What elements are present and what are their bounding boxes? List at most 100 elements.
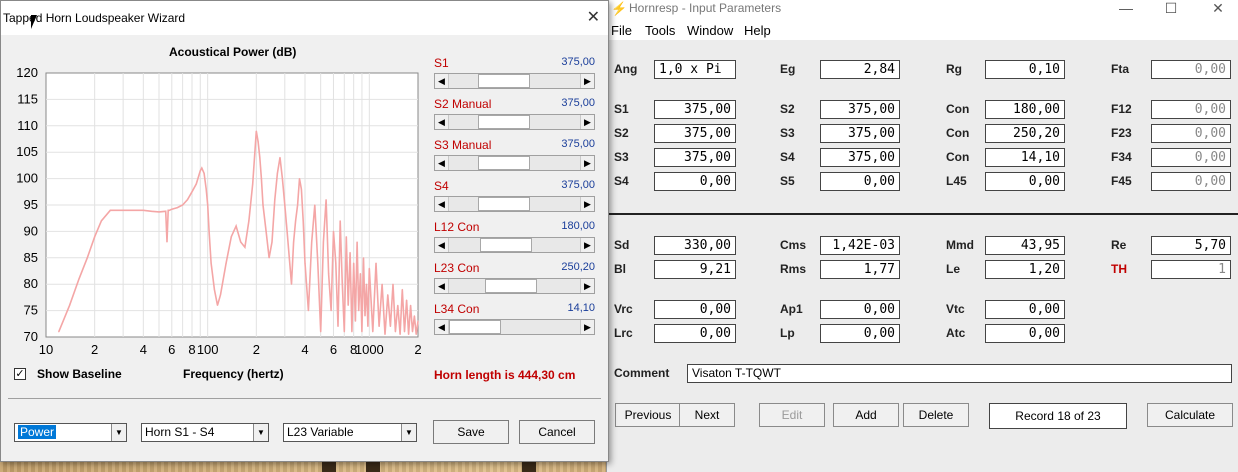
data-point <box>86 257 88 259</box>
slider-scrollbar[interactable]: ◀ ▶ <box>434 73 595 89</box>
wizard-title-bar[interactable]: Tapped Horn Loudspeaker Wizard ✕ <box>1 1 608 35</box>
data-point <box>210 262 212 264</box>
show-baseline-checkbox[interactable]: ✓ <box>14 368 26 380</box>
slider-scrollbar[interactable]: ◀ ▶ <box>434 237 595 253</box>
slider-scrollbar[interactable]: ◀ ▶ <box>434 196 595 212</box>
field-f12[interactable]: 0,00 <box>1151 100 1231 119</box>
field-s2-row2[interactable]: 375,00 <box>654 124 736 143</box>
field-s3-row3[interactable]: 375,00 <box>654 148 736 167</box>
field-l45[interactable]: 0,00 <box>985 172 1065 191</box>
wizard-close-icon[interactable]: ✕ <box>587 7 600 27</box>
arrow-right-icon[interactable]: ▶ <box>580 238 594 252</box>
field-lp[interactable]: 0,00 <box>820 324 900 343</box>
arrow-left-icon[interactable]: ◀ <box>435 279 449 293</box>
plot-type-combo[interactable]: Power ▼ <box>14 423 127 442</box>
data-point <box>191 191 193 193</box>
slider-thumb[interactable] <box>449 320 501 334</box>
minimize-icon[interactable]: — <box>1111 0 1141 16</box>
horn-section-combo[interactable]: Horn S1 - S4 ▼ <box>141 423 269 442</box>
field-le[interactable]: 1,20 <box>985 260 1065 279</box>
menu-tools[interactable]: Tools <box>645 23 675 38</box>
arrow-left-icon[interactable]: ◀ <box>435 74 449 88</box>
previous-button[interactable]: Previous <box>615 403 681 427</box>
arrow-right-icon[interactable]: ▶ <box>580 320 594 334</box>
data-point <box>356 241 358 243</box>
field-rg[interactable]: 0,10 <box>985 60 1065 79</box>
field-s2[interactable]: 375,00 <box>820 100 900 119</box>
chevron-down-icon[interactable]: ▼ <box>111 424 126 441</box>
field-s3[interactable]: 375,00 <box>820 124 900 143</box>
arrow-left-icon[interactable]: ◀ <box>435 156 449 170</box>
slider-thumb[interactable] <box>478 115 531 129</box>
field-con-3[interactable]: 14,10 <box>985 148 1065 167</box>
arrow-left-icon[interactable]: ◀ <box>435 238 449 252</box>
slider-scrollbar[interactable]: ◀ ▶ <box>434 278 595 294</box>
field-s1[interactable]: 375,00 <box>654 100 736 119</box>
field-con-1[interactable]: 180,00 <box>985 100 1065 119</box>
field-eg[interactable]: 2,84 <box>820 60 900 79</box>
slider-thumb[interactable] <box>485 279 538 293</box>
delete-button[interactable]: Delete <box>903 403 969 427</box>
field-f34[interactable]: 0,00 <box>1151 148 1231 167</box>
field-cms[interactable]: 1,42E-03 <box>820 236 900 255</box>
menu-help[interactable]: Help <box>744 23 771 38</box>
label-atc: Atc <box>946 326 966 340</box>
close-icon[interactable]: ✕ <box>1203 0 1233 17</box>
arrow-right-icon[interactable]: ▶ <box>580 156 594 170</box>
data-point <box>203 172 205 174</box>
arrow-left-icon[interactable]: ◀ <box>435 115 449 129</box>
slider-scrollbar[interactable]: ◀ ▶ <box>434 319 595 335</box>
save-button[interactable]: Save <box>433 420 509 444</box>
cancel-button[interactable]: Cancel <box>519 420 595 444</box>
field-ang[interactable]: 1,0 x Pi <box>654 60 736 79</box>
field-con-2[interactable]: 250,20 <box>985 124 1065 143</box>
slider-thumb[interactable] <box>478 74 531 88</box>
field-bl[interactable]: 9,21 <box>654 260 736 279</box>
data-point <box>290 283 293 285</box>
variable-combo[interactable]: L23 Variable ▼ <box>283 423 417 442</box>
field-ap1[interactable]: 0,00 <box>820 300 900 319</box>
slider-thumb[interactable] <box>479 238 532 252</box>
field-s4-row4[interactable]: 0,00 <box>654 172 736 191</box>
data-point <box>151 210 153 212</box>
field-f23[interactable]: 0,00 <box>1151 124 1231 143</box>
menu-window[interactable]: Window <box>687 23 733 38</box>
slider-scrollbar[interactable]: ◀ ▶ <box>434 155 595 171</box>
arrow-left-icon[interactable]: ◀ <box>435 320 449 334</box>
comment-field[interactable]: Visaton T-TQWT <box>687 364 1232 383</box>
edit-button[interactable]: Edit <box>759 403 825 427</box>
field-th[interactable]: 1 <box>1151 260 1231 279</box>
x-tick-label: 6 <box>330 342 337 357</box>
field-mmd[interactable]: 43,95 <box>985 236 1065 255</box>
field-rms[interactable]: 1,77 <box>820 260 900 279</box>
data-point <box>271 241 273 243</box>
chevron-down-icon[interactable]: ▼ <box>253 424 268 441</box>
slider-thumb[interactable] <box>478 156 531 170</box>
maximize-icon[interactable]: ☐ <box>1156 0 1186 17</box>
next-button[interactable]: Next <box>679 403 735 427</box>
slider-thumb[interactable] <box>478 197 531 211</box>
field-vrc[interactable]: 0,00 <box>654 300 736 319</box>
menu-file[interactable]: File <box>611 23 632 38</box>
label-vrc: Vrc <box>614 302 633 316</box>
field-sd[interactable]: 330,00 <box>654 236 736 255</box>
data-point <box>298 178 301 180</box>
field-atc[interactable]: 0,00 <box>985 324 1065 343</box>
arrow-right-icon[interactable]: ▶ <box>580 115 594 129</box>
field-fta[interactable]: 0,00 <box>1151 60 1231 79</box>
field-re[interactable]: 5,70 <box>1151 236 1231 255</box>
arrow-right-icon[interactable]: ▶ <box>580 74 594 88</box>
field-f45[interactable]: 0,00 <box>1151 172 1231 191</box>
arrow-right-icon[interactable]: ▶ <box>580 279 594 293</box>
slider-scrollbar[interactable]: ◀ ▶ <box>434 114 595 130</box>
field-s4[interactable]: 375,00 <box>820 148 900 167</box>
add-button[interactable]: Add <box>833 403 899 427</box>
field-vtc[interactable]: 0,00 <box>985 300 1065 319</box>
field-lrc[interactable]: 0,00 <box>654 324 736 343</box>
field-s5[interactable]: 0,00 <box>820 172 900 191</box>
data-point <box>368 267 370 269</box>
arrow-right-icon[interactable]: ▶ <box>580 197 594 211</box>
calculate-button[interactable]: Calculate <box>1147 403 1233 427</box>
arrow-left-icon[interactable]: ◀ <box>435 197 449 211</box>
chevron-down-icon[interactable]: ▼ <box>401 424 416 441</box>
